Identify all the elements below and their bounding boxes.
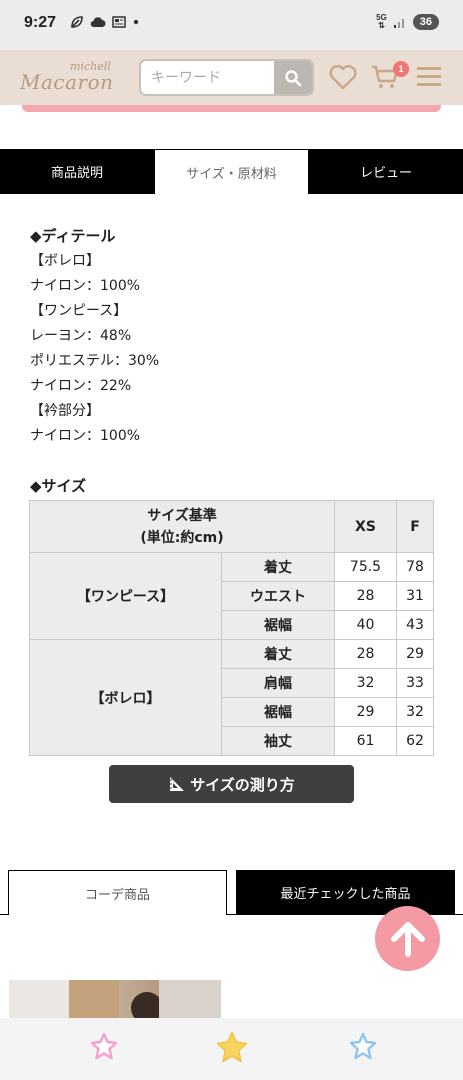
table-cell: 32 <box>396 697 434 727</box>
how-to-measure-label: サイズの測り方 <box>190 775 295 794</box>
status-time: 9:27 <box>24 14 57 31</box>
detail-heading: ◆ディテール <box>30 227 116 245</box>
logo-main-text: Macaron <box>20 70 114 94</box>
network-indicator: 5G ⇅ <box>376 13 387 30</box>
row-label: 裾幅 <box>221 610 335 640</box>
tab-review[interactable]: レビュー <box>309 149 463 194</box>
column-header: XS <box>334 500 397 553</box>
ruler-icon <box>170 777 185 791</box>
group-label: 【ボレロ】 <box>29 639 222 756</box>
header-line: (単位:約cm) <box>140 529 224 546</box>
search-button[interactable] <box>274 61 312 94</box>
table-cell: 78 <box>396 552 434 582</box>
row-label: 裾幅 <box>221 697 335 727</box>
product-photo <box>9 980 221 1020</box>
table-cell: 28 <box>334 639 397 669</box>
product-tabs: 商品説明 サイズ・原材料 レビュー <box>0 149 463 194</box>
star-outline-blue-icon[interactable] <box>348 1031 378 1061</box>
battery-indicator: 36 <box>412 14 439 30</box>
column-header: F <box>396 500 434 553</box>
table-cell: 40 <box>334 610 397 640</box>
search-box <box>139 59 314 96</box>
table-cell: 29 <box>334 697 397 727</box>
arrow-up-icon <box>390 921 425 957</box>
row-label: 着丈 <box>221 552 335 582</box>
detail-line: 【衿部分】 <box>30 403 100 419</box>
star-filled-yellow-icon[interactable] <box>214 1029 250 1065</box>
product-thumbnail[interactable] <box>9 980 221 1020</box>
how-to-measure-button[interactable]: サイズの測り方 <box>109 765 354 803</box>
cart-count-badge: 1 <box>393 61 409 77</box>
brand-logo[interactable]: michell Macaron <box>18 58 128 98</box>
tab-coordinate-items[interactable]: コーデ商品 <box>8 870 227 915</box>
leaf-icon <box>71 16 83 28</box>
tab-divider <box>309 193 463 194</box>
detail-line: ナイロン：100% <box>30 278 141 294</box>
scroll-to-top-button[interactable] <box>375 906 440 971</box>
news-icon <box>112 16 126 28</box>
network-type: 5G <box>376 13 387 22</box>
menu-icon[interactable] <box>415 62 443 92</box>
table-cell: 62 <box>396 726 434 756</box>
tab-divider <box>0 914 8 915</box>
row-label: 袖丈 <box>221 726 335 756</box>
detail-line: 【ワンピース】 <box>30 303 128 319</box>
detail-line: ポリエステル：30% <box>30 353 160 369</box>
row-label: 肩幅 <box>221 668 335 698</box>
tab-description[interactable]: 商品説明 <box>0 149 154 194</box>
search-input[interactable] <box>141 61 276 94</box>
signal-icon <box>393 18 404 28</box>
tab-recently-viewed[interactable]: 最近チェックした商品 <box>236 870 455 915</box>
status-system-icons: 5G ⇅ 36 <box>376 14 439 30</box>
detail-line: レーヨン：48% <box>30 328 132 344</box>
group-label: 【ワンピース】 <box>29 552 222 640</box>
tab-size-material[interactable]: サイズ・原材料 <box>154 149 309 194</box>
table-cell: 32 <box>334 668 397 698</box>
detail-line: ナイロン：100% <box>30 428 141 444</box>
detail-line: 【ボレロ】 <box>30 253 100 269</box>
cloud-icon <box>90 17 106 28</box>
status-notification-icons <box>70 15 140 29</box>
tab-divider <box>0 193 154 194</box>
table-cell: 29 <box>396 639 434 669</box>
detail-line: ナイロン：22% <box>30 378 132 394</box>
table-cell: 33 <box>396 668 434 698</box>
table-header-row: サイズ基準 (単位:約cm) XS F <box>29 500 434 553</box>
table-cell: 61 <box>334 726 397 756</box>
row-label: 着丈 <box>221 639 335 669</box>
search-icon <box>285 69 302 86</box>
header-line: サイズ基準 <box>147 507 217 524</box>
table-row: 【ボレロ】 着丈 28 29 <box>29 639 434 756</box>
promo-strip <box>22 105 441 112</box>
status-bar: 9:27 5G ⇅ 36 <box>0 0 463 50</box>
table-row: 【ワンピース】 着丈 75.5 78 <box>29 552 434 640</box>
bottom-navigation <box>0 1018 463 1080</box>
dot-icon <box>133 19 139 25</box>
size-table: サイズ基準 (単位:約cm) XS F 【ワンピース】 着丈 75.5 78 ウ… <box>29 500 434 756</box>
table-cell: 75.5 <box>334 552 397 582</box>
material-details: ◆ディテール 【ボレロ】 ナイロン：100% 【ワンピース】 レーヨン：48% … <box>30 224 159 449</box>
table-cell: 43 <box>396 610 434 640</box>
star-outline-pink-icon[interactable] <box>89 1031 119 1061</box>
heart-icon[interactable] <box>328 62 358 92</box>
size-heading: ◆サイズ <box>30 477 87 495</box>
table-cell: 28 <box>334 581 397 611</box>
table-cell: 31 <box>396 581 434 611</box>
size-standard-header: サイズ基準 (単位:約cm) <box>29 500 335 553</box>
row-label: ウエスト <box>221 581 335 611</box>
